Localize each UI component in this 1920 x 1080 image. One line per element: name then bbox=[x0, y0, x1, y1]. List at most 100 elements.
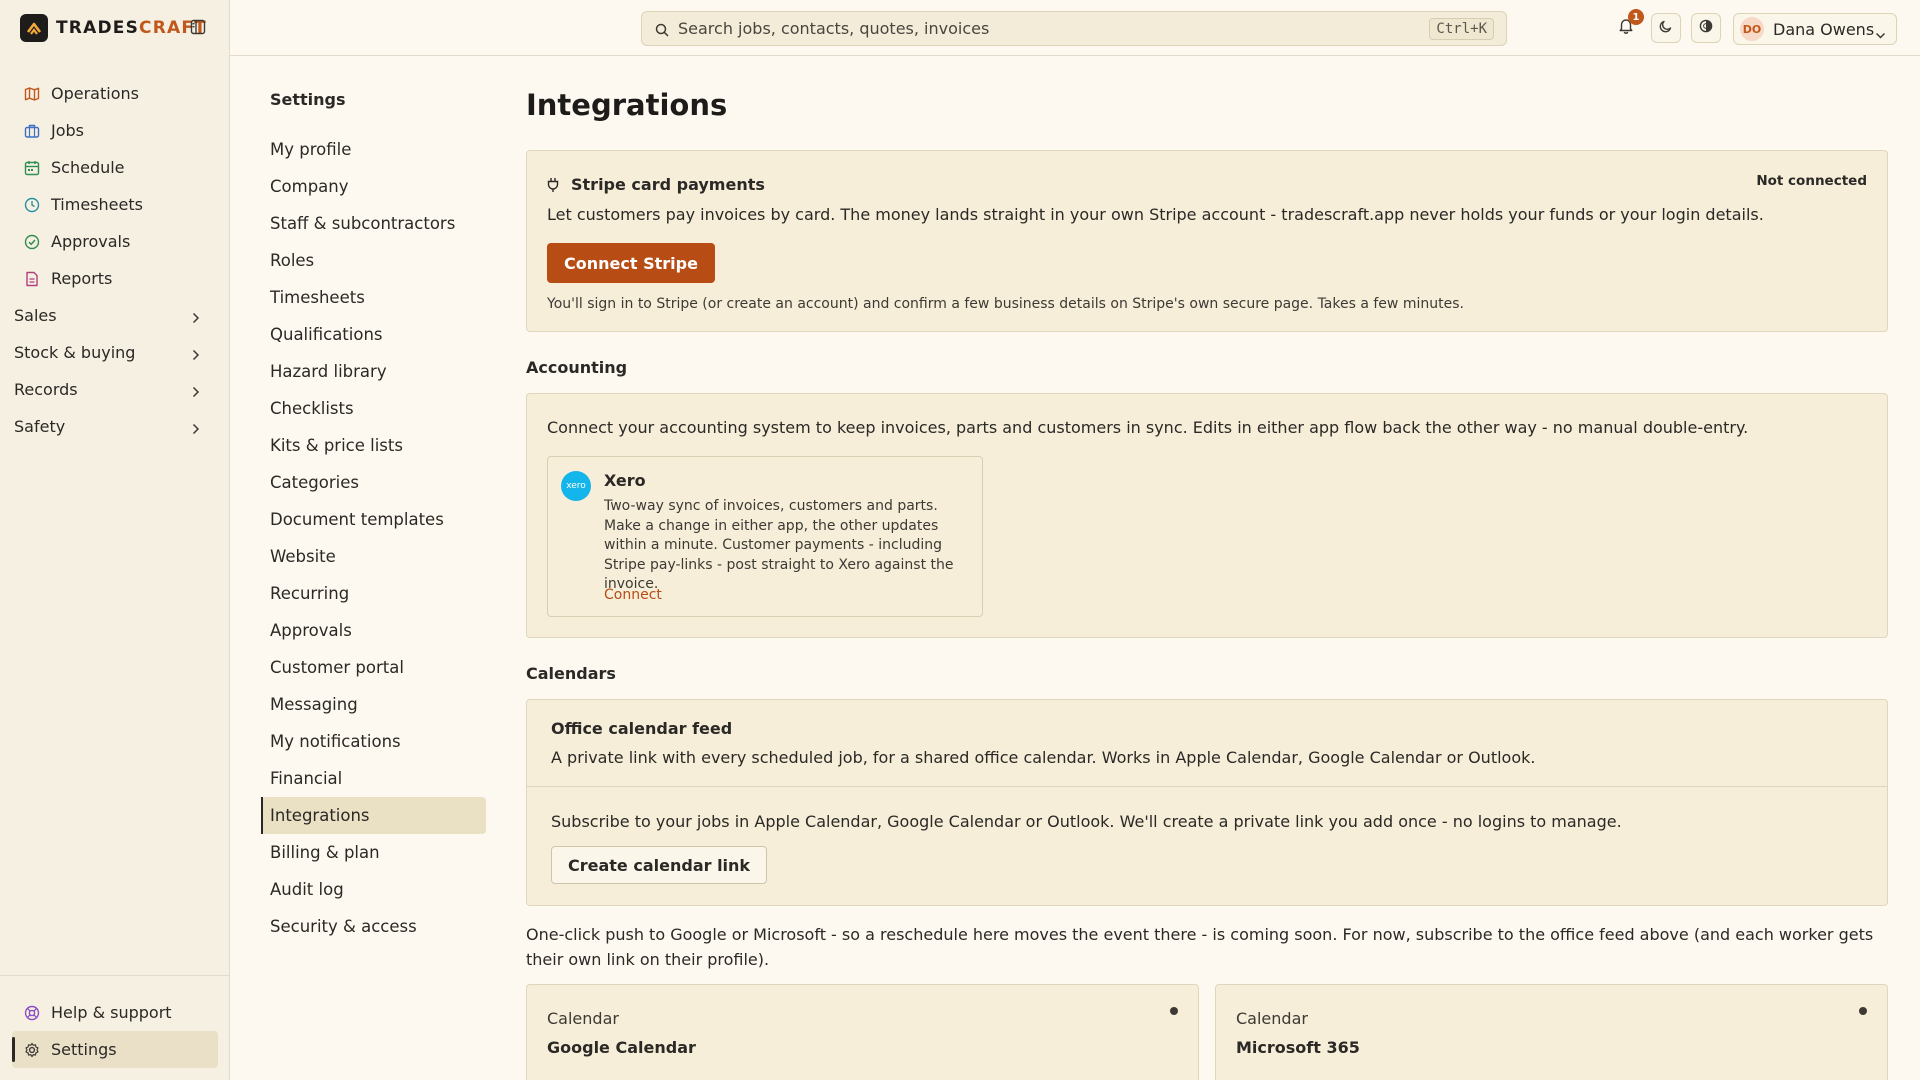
nav-group-stock-buying[interactable]: Stock & buying bbox=[2, 334, 218, 371]
settings-nav-item-my-notifications[interactable]: My notifications bbox=[261, 723, 486, 760]
settings-nav-item-document-templates[interactable]: Document templates bbox=[261, 501, 486, 538]
settings-nav-item-timesheets[interactable]: Timesheets bbox=[261, 279, 486, 316]
calendar-feed-title: Office calendar feed bbox=[551, 719, 733, 738]
nav-item-schedule[interactable]: Schedule bbox=[12, 149, 218, 186]
search-placeholder: Search jobs, contacts, quotes, invoices bbox=[678, 19, 990, 38]
contrast-icon bbox=[1699, 18, 1713, 38]
calendar-feed-header: Office calendar feed A private link with… bbox=[527, 700, 1887, 787]
contrast-toggle-button[interactable] bbox=[1691, 13, 1721, 43]
provider-name: Google Calendar bbox=[547, 1038, 696, 1057]
report-icon bbox=[24, 271, 40, 287]
settings-nav-item-billing-and-plan[interactable]: Billing & plan bbox=[261, 834, 486, 871]
calendar-feed-description: Subscribe to your jobs in Apple Calendar… bbox=[551, 812, 1622, 831]
nav-item-approvals[interactable]: Approvals bbox=[12, 223, 218, 260]
sidebar-divider bbox=[0, 975, 230, 976]
notification-count-badge: 1 bbox=[1628, 9, 1644, 25]
nav-item-label: Help & support bbox=[51, 1003, 172, 1022]
settings-nav-item-roles[interactable]: Roles bbox=[261, 242, 486, 279]
briefcase-icon bbox=[24, 123, 40, 139]
nav-item-operations[interactable]: Operations bbox=[12, 75, 218, 112]
global-search-input[interactable]: Search jobs, contacts, quotes, invoices … bbox=[641, 11, 1507, 46]
provider-name: Microsoft 365 bbox=[1236, 1038, 1360, 1057]
office-calendar-feed-card: Office calendar feed A private link with… bbox=[526, 699, 1888, 906]
calendar-icon bbox=[24, 160, 40, 176]
nav-group-label: Safety bbox=[14, 417, 66, 436]
settings-nav-item-approvals[interactable]: Approvals bbox=[261, 612, 486, 649]
xero-integration: xero Xero Two-way sync of invoices, cust… bbox=[547, 456, 983, 617]
avatar: DO bbox=[1740, 17, 1764, 41]
connect-stripe-button[interactable]: Connect Stripe bbox=[547, 243, 715, 283]
xero-name: Xero bbox=[604, 471, 646, 490]
microsoft-365-card: Calendar Microsoft 365 bbox=[1215, 984, 1888, 1080]
settings-nav-item-security-and-access[interactable]: Security & access bbox=[261, 908, 486, 945]
nav-item-label: Timesheets bbox=[51, 195, 143, 214]
stripe-note: You'll sign in to Stripe (or create an a… bbox=[547, 296, 1464, 312]
nav-item-reports[interactable]: Reports bbox=[12, 260, 218, 297]
help-icon bbox=[24, 1005, 40, 1021]
settings-nav-item-integrations[interactable]: Integrations bbox=[261, 797, 486, 834]
nav-item-label: Reports bbox=[51, 269, 113, 288]
plug-icon bbox=[547, 177, 561, 193]
settings-nav-item-website[interactable]: Website bbox=[261, 538, 486, 575]
settings-nav-item-kits-and-price-lists[interactable]: Kits & price lists bbox=[261, 427, 486, 464]
check-circle-icon bbox=[24, 234, 40, 250]
brand[interactable]: TRADESCRAFT bbox=[20, 14, 207, 42]
page-title: Integrations bbox=[526, 88, 728, 122]
nav-group-sales[interactable]: Sales bbox=[2, 297, 218, 334]
xero-connect-link[interactable]: Connect bbox=[604, 587, 662, 603]
nav-group-label: Stock & buying bbox=[14, 343, 136, 362]
app-sidebar: TRADESCRAFT Operations Jobs Schedule Tim… bbox=[0, 0, 230, 1080]
tradescraft-logo-icon bbox=[20, 14, 48, 42]
settings-nav-item-checklists[interactable]: Checklists bbox=[261, 390, 486, 427]
notifications-button[interactable]: 1 bbox=[1611, 9, 1644, 43]
nav-item-help-support[interactable]: Help & support bbox=[12, 994, 218, 1031]
settings-nav-item-my-profile[interactable]: My profile bbox=[261, 131, 486, 168]
create-calendar-link-button[interactable]: Create calendar link bbox=[551, 846, 768, 884]
settings-nav-item-company[interactable]: Company bbox=[261, 168, 486, 205]
topbar: Search jobs, contacts, quotes, invoices … bbox=[230, 0, 1920, 56]
settings-nav: Settings My profile Company Staff & subcon… bbox=[261, 90, 486, 945]
brand-name: TRADESCRAFT bbox=[56, 18, 207, 38]
nav-group-label: Records bbox=[14, 380, 78, 399]
settings-nav-item-hazard-library[interactable]: Hazard library bbox=[261, 353, 486, 390]
nav-item-timesheets[interactable]: Timesheets bbox=[12, 186, 218, 223]
nav-item-label: Approvals bbox=[51, 232, 131, 251]
settings-nav-title: Settings bbox=[270, 90, 346, 109]
chevron-right-icon bbox=[192, 383, 202, 398]
settings-nav-item-staff-and-subcontractors[interactable]: Staff & subcontractors bbox=[261, 205, 486, 242]
provider-label: Calendar bbox=[1236, 1009, 1308, 1028]
map-icon bbox=[24, 86, 40, 102]
settings-nav-item-recurring[interactable]: Recurring bbox=[261, 575, 486, 612]
nav-group-label: Sales bbox=[14, 306, 57, 325]
search-icon bbox=[655, 22, 669, 37]
sidebar-collapse-icon[interactable] bbox=[190, 19, 208, 37]
nav-item-label: Schedule bbox=[51, 158, 125, 177]
chevron-right-icon bbox=[192, 420, 202, 435]
user-name: Dana Owens bbox=[1773, 19, 1875, 39]
settings-nav-item-audit-log[interactable]: Audit log bbox=[261, 871, 486, 908]
user-menu-button[interactable]: DO Dana Owens bbox=[1733, 13, 1897, 45]
settings-nav-item-messaging[interactable]: Messaging bbox=[261, 686, 486, 723]
sidebar-bottom-nav: Help & support Settings bbox=[12, 994, 218, 1068]
theme-toggle-button[interactable] bbox=[1651, 13, 1681, 43]
nav-item-label: Operations bbox=[51, 84, 139, 103]
settings-nav-list: My profile Company Staff & subcontractors R… bbox=[261, 131, 486, 945]
nav-item-jobs[interactable]: Jobs bbox=[12, 112, 218, 149]
accounting-card: Connect your accounting system to keep i… bbox=[526, 393, 1888, 638]
settings-nav-item-categories[interactable]: Categories bbox=[261, 464, 486, 501]
nav-item-label: Jobs bbox=[51, 121, 84, 140]
calendar-feed-subtitle: A private link with every scheduled job,… bbox=[551, 748, 1536, 767]
nav-group-safety[interactable]: Safety bbox=[2, 408, 218, 445]
nav-group-records[interactable]: Records bbox=[2, 371, 218, 408]
accounting-description: Connect your accounting system to keep i… bbox=[547, 418, 1749, 437]
nav-item-settings[interactable]: Settings bbox=[12, 1031, 218, 1068]
moon-icon bbox=[1659, 18, 1673, 38]
settings-nav-item-financial[interactable]: Financial bbox=[261, 760, 486, 797]
xero-description: Two-way sync of invoices, customers and … bbox=[604, 498, 954, 592]
settings-nav-item-customer-portal[interactable]: Customer portal bbox=[261, 649, 486, 686]
search-shortcut-hint: Ctrl+K bbox=[1429, 18, 1494, 40]
nav-item-label: Settings bbox=[51, 1040, 117, 1059]
xero-logo-icon: xero bbox=[561, 471, 591, 501]
settings-nav-item-qualifications[interactable]: Qualifications bbox=[261, 316, 486, 353]
provider-label: Calendar bbox=[547, 1009, 619, 1028]
